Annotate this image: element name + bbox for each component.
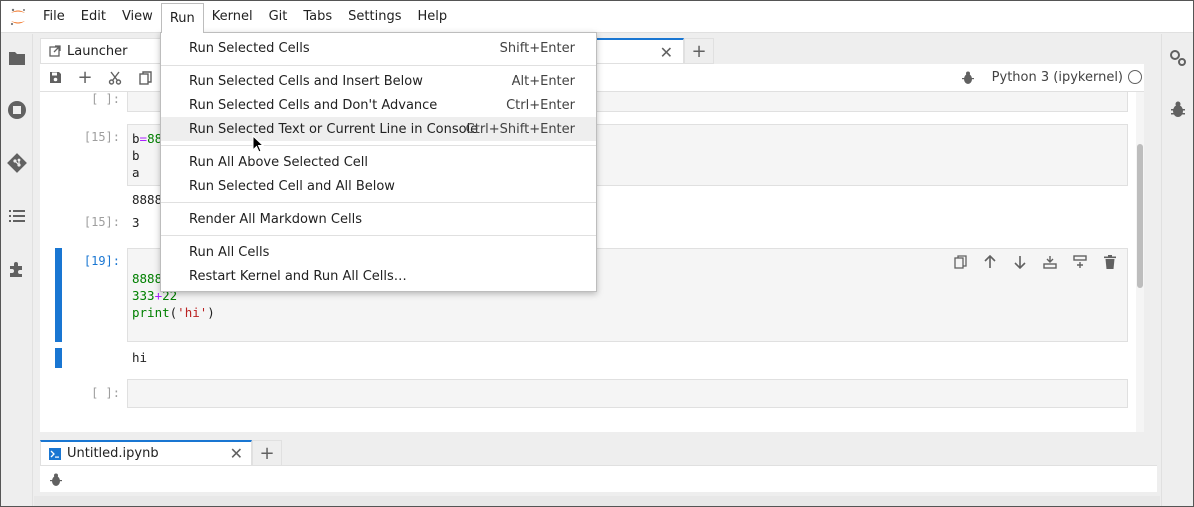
code-cell-input[interactable] [127, 379, 1128, 408]
menu-git[interactable]: Git [261, 1, 296, 33]
right-sidebar [1161, 34, 1193, 506]
stream-output: hi [132, 350, 148, 365]
tab-launcher-label: Launcher [67, 43, 128, 59]
menu-run-dont-advance[interactable]: Run Selected Cells and Don't Advance Ctr… [161, 93, 596, 117]
delete-cell-icon[interactable] [1095, 251, 1125, 273]
new-tab-button[interactable]: + [252, 440, 282, 466]
notebook-scrollbar[interactable] [1136, 92, 1144, 432]
console-icon [49, 447, 61, 460]
insert-below-icon[interactable] [1065, 251, 1095, 273]
plus-icon: + [77, 67, 93, 88]
jupyter-logo-icon[interactable] [1, 1, 35, 33]
run-menu-dropdown: Run Selected Cells Shift+Enter Run Selec… [160, 32, 597, 292]
output-collapser[interactable] [55, 348, 62, 368]
cut-button[interactable] [100, 64, 130, 92]
save-button[interactable] [40, 64, 70, 92]
menu-edit[interactable]: Edit [73, 1, 114, 33]
tab-untitled-label: Untitled.ipynb [67, 446, 159, 461]
scissors-icon [108, 71, 122, 85]
new-tab-button[interactable]: + [684, 38, 714, 64]
add-cell-button[interactable]: + [70, 64, 100, 92]
plus-icon: + [691, 40, 707, 62]
save-icon [49, 72, 61, 83]
cell-prompt: [ ]: [91, 386, 120, 400]
tab-untitled-notebook[interactable]: Untitled.ipynb ✕ [40, 440, 252, 466]
menu-restart-run-all[interactable]: Restart Kernel and Run All Cells… [161, 264, 596, 288]
move-up-icon[interactable] [975, 251, 1005, 273]
cell-prompt: [15]: [83, 130, 120, 144]
debugger-toggle-icon[interactable] [962, 71, 974, 89]
menu-run-selected-cells[interactable]: Run Selected Cells Shift+Enter [161, 36, 596, 60]
code-line: 8888 [132, 271, 163, 286]
menu-bar: File Edit View Run Kernel Git Tabs Setti… [1, 1, 1193, 33]
execute-result: 3 [132, 215, 140, 230]
extensions-icon[interactable] [7, 259, 27, 279]
menu-separator [161, 202, 596, 203]
move-down-icon[interactable] [1005, 251, 1035, 273]
cell-prompt: [ ]: [91, 92, 120, 106]
menu-view[interactable]: View [114, 1, 161, 33]
code-line: b=88 [132, 131, 163, 146]
code-line: print('hi') [132, 305, 215, 320]
code-line: b [132, 148, 140, 163]
insert-above-icon[interactable] [1035, 251, 1065, 273]
menu-separator [161, 235, 596, 236]
launcher-icon [49, 45, 61, 57]
code-line: a [132, 165, 140, 180]
bottom-tab-bar: Untitled.ipynb ✕ + [40, 440, 1144, 466]
copy-button[interactable] [130, 64, 160, 92]
tab-launcher[interactable]: Launcher [40, 38, 162, 64]
cell-prompt: [19]: [83, 254, 120, 268]
menu-tabs[interactable]: Tabs [295, 1, 340, 33]
property-inspector-icon[interactable] [1168, 48, 1188, 68]
output-prompt: [15]: [83, 215, 120, 229]
debugger-icon[interactable] [1168, 100, 1188, 120]
menu-render-markdown[interactable]: Render All Markdown Cells [161, 207, 596, 231]
menu-run[interactable]: Run [160, 2, 204, 33]
menu-run-cell-and-below[interactable]: Run Selected Cell and All Below [161, 174, 596, 198]
debugger-toggle-icon[interactable] [50, 473, 62, 491]
menu-separator [161, 145, 596, 146]
console-toolbar [40, 465, 1157, 492]
menu-help[interactable]: Help [410, 1, 456, 33]
cell-toolbar [945, 251, 1125, 273]
git-icon[interactable] [7, 153, 27, 173]
running-sessions-icon[interactable] [7, 100, 27, 120]
folder-icon[interactable] [7, 48, 27, 68]
copy-icon [138, 70, 152, 85]
menu-settings[interactable]: Settings [340, 1, 409, 33]
stream-output: 8888 [132, 192, 163, 207]
kernel-name[interactable]: Python 3 (ipykernel) [992, 70, 1123, 85]
menu-file[interactable]: File [35, 1, 73, 33]
scrollbar-thumb[interactable] [1137, 144, 1143, 288]
plus-icon: + [259, 442, 275, 464]
status-bar [34, 496, 1160, 506]
close-icon[interactable]: ✕ [660, 43, 673, 62]
menu-run-insert-below[interactable]: Run Selected Cells and Insert Below Alt+… [161, 69, 596, 93]
menu-run-text-in-console[interactable]: Run Selected Text or Current Line in Con… [161, 117, 596, 141]
tab-notebook[interactable]: ✕ [596, 38, 684, 64]
menu-separator [161, 65, 596, 66]
menu-run-all-above[interactable]: Run All Above Selected Cell [161, 150, 596, 174]
kernel-idle-status-icon [1128, 70, 1142, 84]
menu-run-all-cells[interactable]: Run All Cells [161, 240, 596, 264]
mouse-pointer-icon [252, 134, 265, 157]
close-icon[interactable]: ✕ [230, 444, 243, 463]
table-of-contents-icon[interactable] [7, 206, 27, 226]
duplicate-cell-icon[interactable] [945, 251, 975, 273]
menu-kernel[interactable]: Kernel [204, 1, 261, 33]
left-sidebar [1, 34, 33, 506]
